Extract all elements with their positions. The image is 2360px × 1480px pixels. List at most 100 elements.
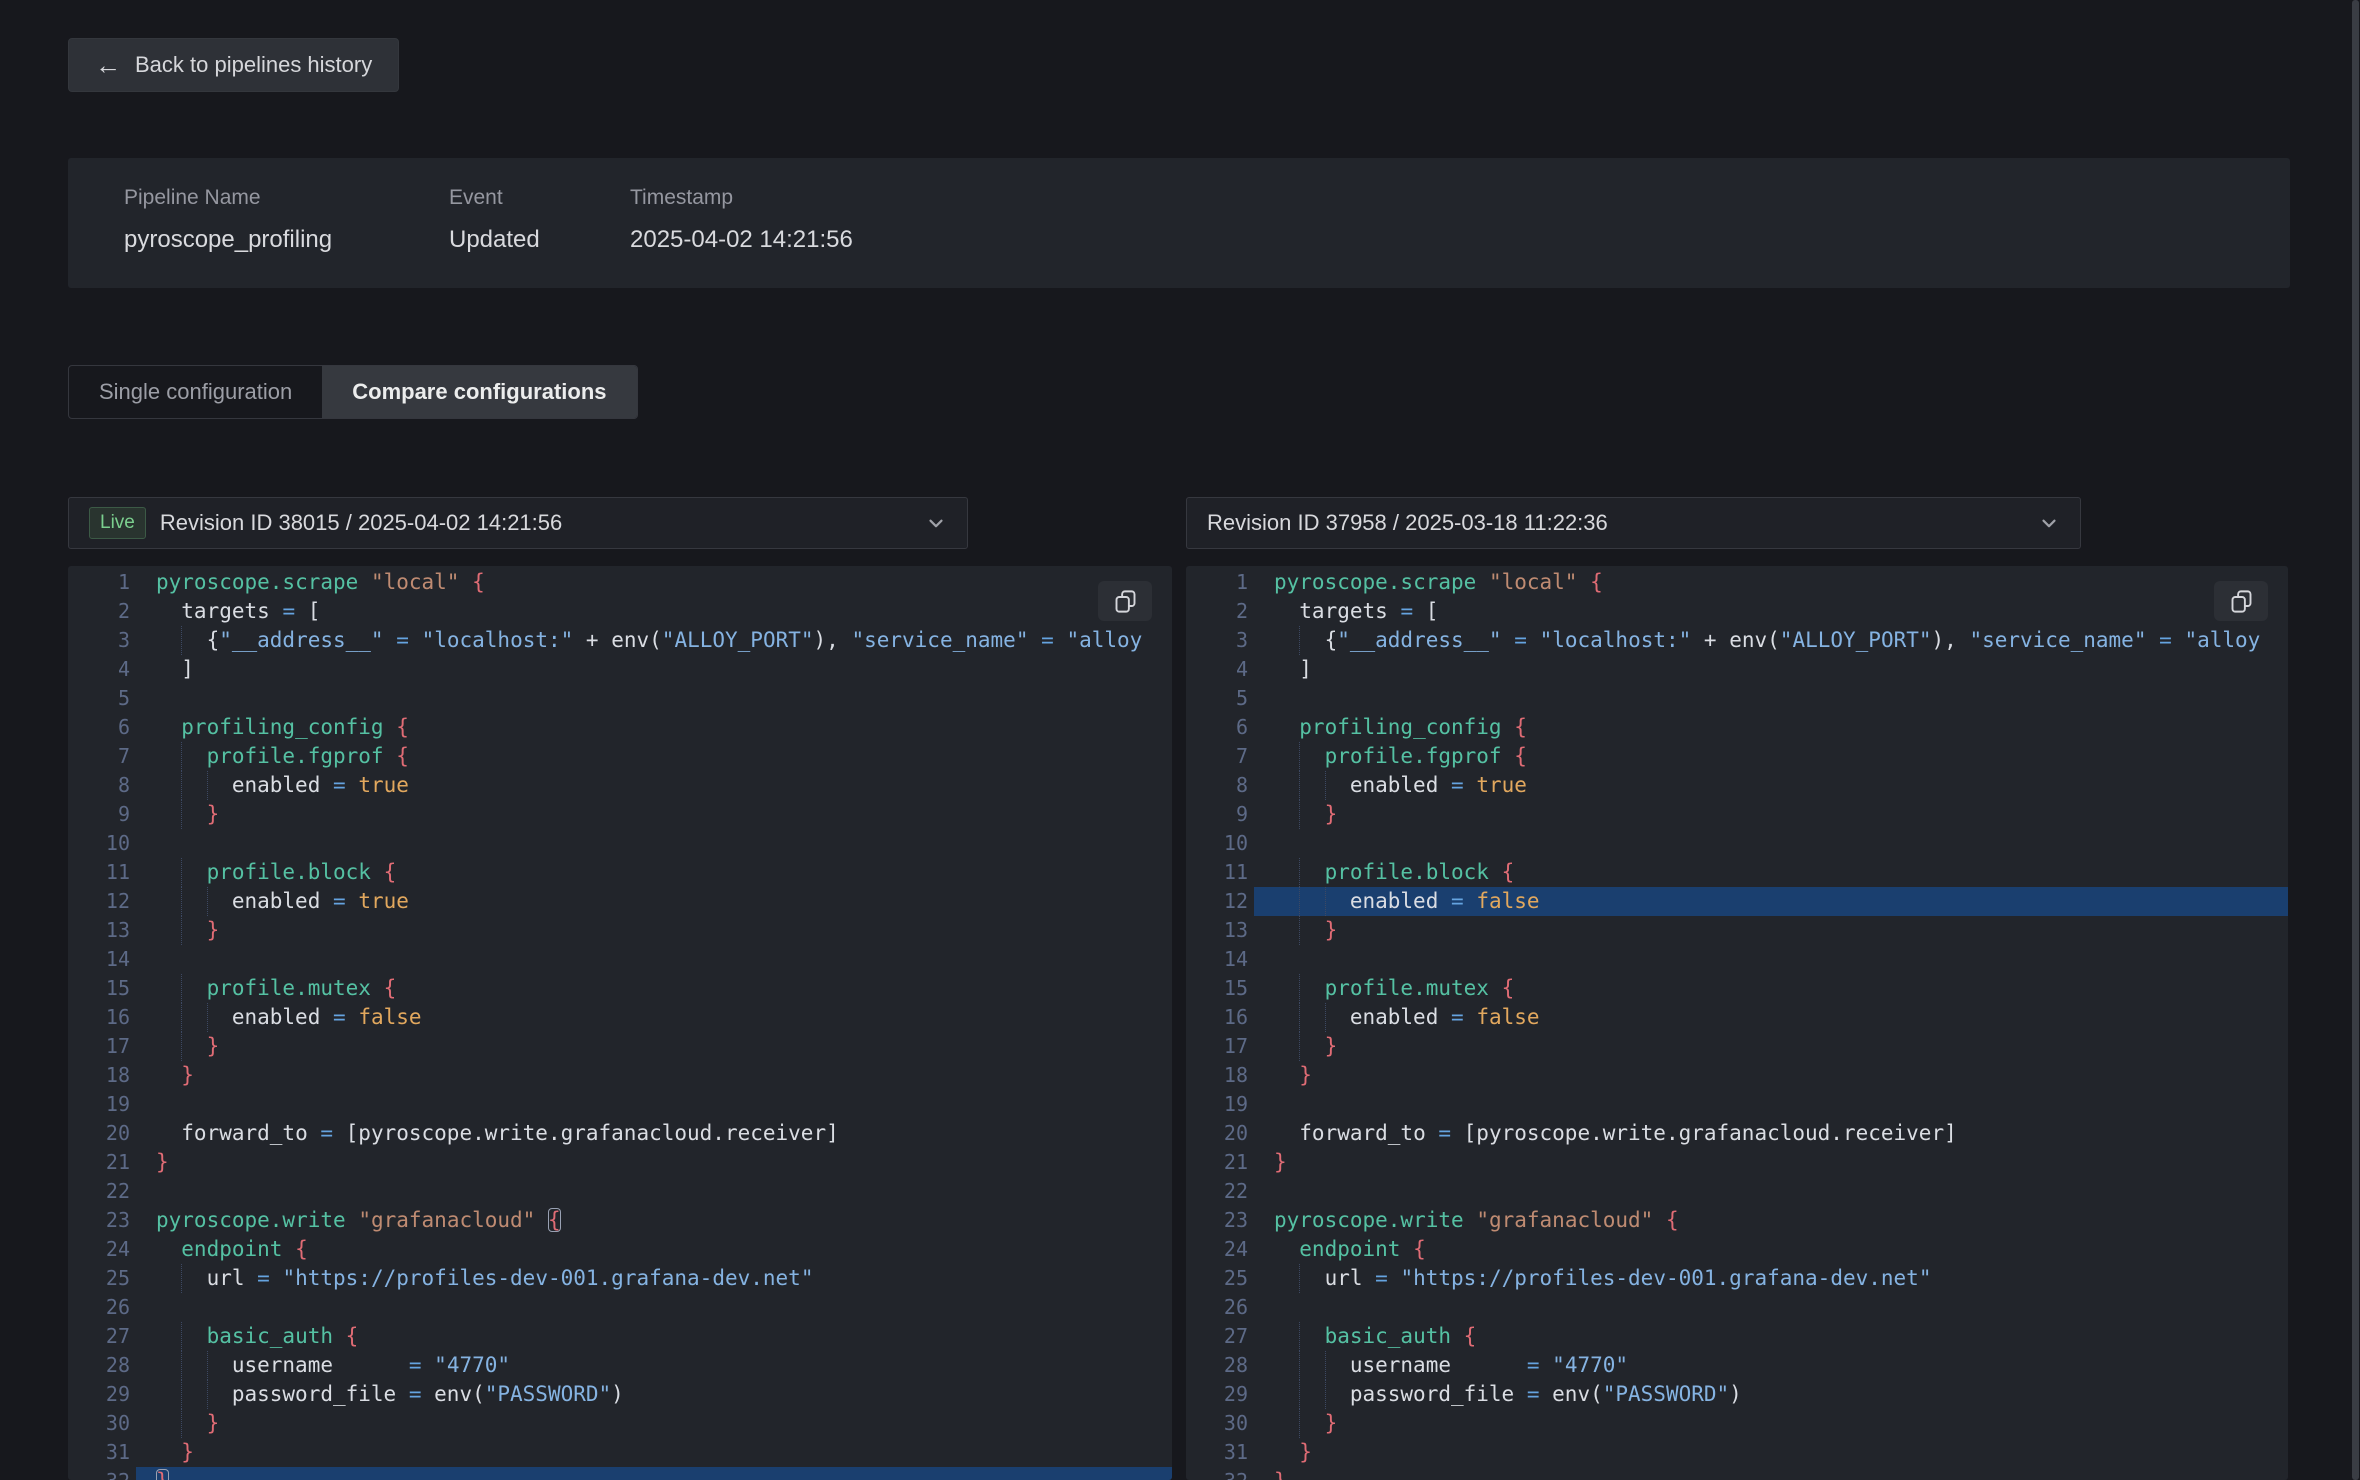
back-to-pipelines-button[interactable]: ← Back to pipelines history xyxy=(68,38,399,92)
code-line[interactable]: 17} xyxy=(68,1032,1172,1061)
code-line[interactable]: 27basic_auth { xyxy=(1186,1322,2288,1351)
code-line[interactable]: 7profile.fgprof { xyxy=(68,742,1172,771)
code-line[interactable]: 24endpoint { xyxy=(1186,1235,2288,1264)
code-text: username = "4770" xyxy=(1254,1351,2288,1380)
code-line[interactable]: 12enabled = true xyxy=(68,887,1172,916)
code-line[interactable]: 32} xyxy=(68,1467,1172,1480)
tab-single-configuration[interactable]: Single configuration xyxy=(69,366,322,418)
code-line[interactable]: 3{"__address__" = "localhost:" + env("AL… xyxy=(68,626,1172,655)
line-number: 18 xyxy=(1186,1061,1254,1090)
code-line[interactable]: 22 xyxy=(68,1177,1172,1206)
code-line[interactable]: 14 xyxy=(68,945,1172,974)
code-text: pyroscope.scrape "local" { xyxy=(136,568,1172,597)
code-line[interactable]: 6profiling_config { xyxy=(68,713,1172,742)
line-number: 17 xyxy=(68,1032,136,1061)
code-line[interactable]: 7profile.fgprof { xyxy=(1186,742,2288,771)
revision-selector-right-label: Revision ID 37958 / 2025-03-18 11:22:36 xyxy=(1207,510,1608,536)
code-line[interactable]: 4] xyxy=(68,655,1172,684)
code-line[interactable]: 2targets = [ xyxy=(68,597,1172,626)
code-line[interactable]: 27basic_auth { xyxy=(68,1322,1172,1351)
line-number: 15 xyxy=(1186,974,1254,1003)
code-text: enabled = false xyxy=(136,1003,1172,1032)
revision-selector-left[interactable]: Live Revision ID 38015 / 2025-04-02 14:2… xyxy=(68,497,968,549)
event-field: Event Updated xyxy=(449,186,630,288)
code-line[interactable]: 23pyroscope.write "grafanacloud" { xyxy=(68,1206,1172,1235)
line-number: 19 xyxy=(68,1090,136,1119)
code-line[interactable]: 21} xyxy=(1186,1148,2288,1177)
code-line[interactable]: 8enabled = true xyxy=(1186,771,2288,800)
code-text: profile.block { xyxy=(1254,858,2288,887)
code-line[interactable]: 1pyroscope.scrape "local" { xyxy=(1186,568,2288,597)
code-line[interactable]: 6profiling_config { xyxy=(1186,713,2288,742)
code-line[interactable]: 9} xyxy=(68,800,1172,829)
code-line[interactable]: 10 xyxy=(1186,829,2288,858)
revision-selector-right[interactable]: Revision ID 37958 / 2025-03-18 11:22:36 xyxy=(1186,497,2081,549)
code-line[interactable]: 13} xyxy=(68,916,1172,945)
code-line[interactable]: 22 xyxy=(1186,1177,2288,1206)
code-text: } xyxy=(1254,1061,2288,1090)
code-line[interactable]: 31} xyxy=(1186,1438,2288,1467)
code-line[interactable]: 25url = "https://profiles-dev-001.grafan… xyxy=(1186,1264,2288,1293)
code-line[interactable]: 19 xyxy=(68,1090,1172,1119)
code-line[interactable]: 32} xyxy=(1186,1467,2288,1480)
chevron-down-icon xyxy=(925,512,947,534)
code-editor-left[interactable]: 1pyroscope.scrape "local" {2targets = [3… xyxy=(68,566,1172,1480)
code-line[interactable]: 15profile.mutex { xyxy=(68,974,1172,1003)
code-line[interactable]: 3{"__address__" = "localhost:" + env("AL… xyxy=(1186,626,2288,655)
code-line[interactable]: 20forward_to = [pyroscope.write.grafanac… xyxy=(1186,1119,2288,1148)
code-line[interactable]: 11profile.block { xyxy=(1186,858,2288,887)
code-line[interactable]: 14 xyxy=(1186,945,2288,974)
code-text: targets = [ xyxy=(136,597,1172,626)
code-line[interactable]: 28username = "4770" xyxy=(1186,1351,2288,1380)
line-number: 8 xyxy=(68,771,136,800)
code-line[interactable]: 29password_file = env("PASSWORD") xyxy=(1186,1380,2288,1409)
code-line[interactable]: 31} xyxy=(68,1438,1172,1467)
code-line[interactable]: 1pyroscope.scrape "local" { xyxy=(68,568,1172,597)
code-text xyxy=(1254,829,2288,858)
tab-compare-configurations[interactable]: Compare configurations xyxy=(322,366,636,418)
code-line[interactable]: 28username = "4770" xyxy=(68,1351,1172,1380)
page-scrollbar[interactable] xyxy=(2352,0,2359,1480)
code-line[interactable]: 4] xyxy=(1186,655,2288,684)
pipeline-name-value: pyroscope_profiling xyxy=(124,226,449,254)
code-line[interactable]: 17} xyxy=(1186,1032,2288,1061)
code-line[interactable]: 2targets = [ xyxy=(1186,597,2288,626)
code-line[interactable]: 26 xyxy=(1186,1293,2288,1322)
line-number: 28 xyxy=(68,1351,136,1380)
code-text xyxy=(136,945,1172,974)
line-number: 16 xyxy=(68,1003,136,1032)
code-line[interactable]: 26 xyxy=(68,1293,1172,1322)
code-line[interactable]: 30} xyxy=(1186,1409,2288,1438)
line-number: 29 xyxy=(68,1380,136,1409)
code-line[interactable]: 24endpoint { xyxy=(68,1235,1172,1264)
code-line[interactable]: 19 xyxy=(1186,1090,2288,1119)
line-number: 12 xyxy=(68,887,136,916)
code-line[interactable]: 12enabled = false xyxy=(1186,887,2288,916)
code-line[interactable]: 13} xyxy=(1186,916,2288,945)
code-line[interactable]: 18} xyxy=(1186,1061,2288,1090)
code-line[interactable]: 29password_file = env("PASSWORD") xyxy=(68,1380,1172,1409)
copy-button[interactable] xyxy=(1098,581,1152,621)
code-line[interactable]: 21} xyxy=(68,1148,1172,1177)
code-line[interactable]: 23pyroscope.write "grafanacloud" { xyxy=(1186,1206,2288,1235)
code-text: ] xyxy=(1254,655,2288,684)
copy-button[interactable] xyxy=(2214,581,2268,621)
code-text xyxy=(136,1090,1172,1119)
code-line[interactable]: 10 xyxy=(68,829,1172,858)
code-line[interactable]: 30} xyxy=(68,1409,1172,1438)
code-line[interactable]: 8enabled = true xyxy=(68,771,1172,800)
code-line[interactable]: 11profile.block { xyxy=(68,858,1172,887)
code-line[interactable]: 16enabled = false xyxy=(68,1003,1172,1032)
code-line[interactable]: 5 xyxy=(68,684,1172,713)
line-number: 9 xyxy=(1186,800,1254,829)
code-line[interactable]: 25url = "https://profiles-dev-001.grafan… xyxy=(68,1264,1172,1293)
code-line[interactable]: 5 xyxy=(1186,684,2288,713)
code-line[interactable]: 9} xyxy=(1186,800,2288,829)
code-line[interactable]: 18} xyxy=(68,1061,1172,1090)
line-number: 5 xyxy=(1186,684,1254,713)
code-line[interactable]: 15profile.mutex { xyxy=(1186,974,2288,1003)
line-number: 24 xyxy=(1186,1235,1254,1264)
code-editor-right[interactable]: 1pyroscope.scrape "local" {2targets = [3… xyxy=(1186,566,2288,1480)
code-line[interactable]: 16enabled = false xyxy=(1186,1003,2288,1032)
code-line[interactable]: 20forward_to = [pyroscope.write.grafanac… xyxy=(68,1119,1172,1148)
